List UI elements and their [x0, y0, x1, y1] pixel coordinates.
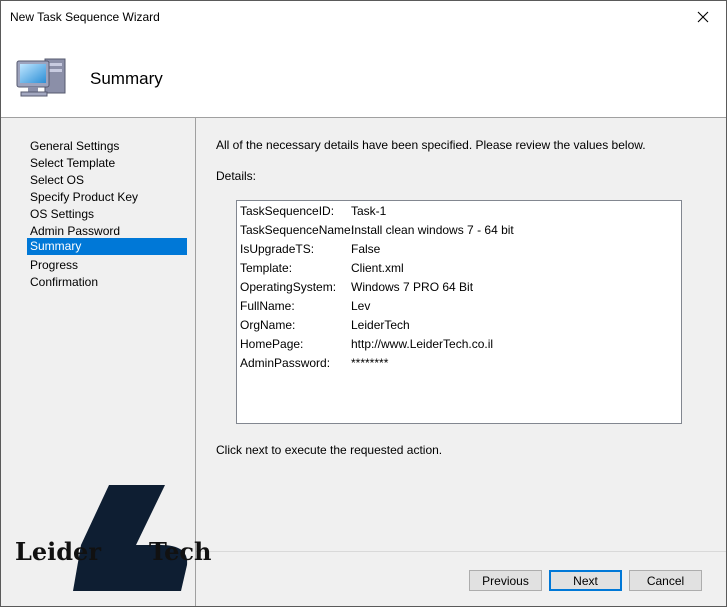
detail-row: IsUpgradeTS: False: [240, 240, 670, 259]
sidebar-item-select-template[interactable]: Select Template: [27, 155, 187, 172]
detail-key: IsUpgradeTS:: [240, 242, 315, 256]
detail-key: AdminPassword:: [240, 356, 331, 370]
detail-value: Lev: [351, 299, 371, 313]
footer-divider: [196, 551, 726, 552]
detail-key: OrgName:: [240, 318, 296, 332]
sidebar-item-specify-product-key[interactable]: Specify Product Key: [27, 189, 187, 206]
detail-key: Template:: [240, 261, 293, 275]
logo-word-right: Tech: [149, 537, 212, 566]
summary-content: All of the necessary details have been s…: [196, 118, 726, 606]
title-bar: New Task Sequence Wizard: [1, 1, 726, 33]
detail-row: AdminPassword: ********: [240, 354, 670, 373]
detail-row: OrgName: LeiderTech: [240, 316, 670, 335]
wizard-header: Summary: [1, 33, 726, 117]
detail-value: False: [351, 242, 381, 256]
detail-row: FullName: Lev: [240, 297, 670, 316]
logo-word-left: Leider: [15, 537, 101, 566]
detail-key: TaskSequenceName:: [240, 223, 355, 237]
next-button[interactable]: Next: [549, 570, 622, 591]
detail-value: Task-1: [351, 204, 387, 218]
wizard-window: New Task Sequence Wizard Summary General…: [0, 0, 727, 607]
sidebar-item-progress[interactable]: Progress: [27, 257, 187, 274]
close-button[interactable]: [680, 1, 726, 33]
detail-value: Install clean windows 7 - 64 bit: [351, 223, 514, 237]
details-label: Details:: [216, 169, 257, 183]
leidertech-watermark-logo: Leider Tech: [11, 479, 221, 595]
sidebar-item-confirmation[interactable]: Confirmation: [27, 274, 187, 291]
detail-row: TaskSequenceName: Install clean windows …: [240, 221, 670, 240]
footer-instruction: Click next to execute the requested acti…: [216, 443, 443, 457]
sidebar-item-select-os[interactable]: Select OS: [27, 172, 187, 189]
window-title: New Task Sequence Wizard: [10, 10, 160, 24]
close-icon: [697, 11, 709, 23]
cancel-button[interactable]: Cancel: [629, 570, 702, 591]
previous-button[interactable]: Previous: [469, 570, 542, 591]
detail-key: FullName:: [240, 299, 295, 313]
detail-value: Windows 7 PRO 64 Bit: [351, 280, 474, 294]
detail-value: ********: [351, 356, 389, 370]
sidebar-item-os-settings[interactable]: OS Settings: [27, 206, 187, 223]
sidebar-item-general-settings[interactable]: General Settings: [27, 138, 187, 155]
intro-text: All of the necessary details have been s…: [216, 138, 646, 152]
sidebar-item-summary[interactable]: Summary: [27, 238, 187, 255]
detail-row: TaskSequenceID: Task-1: [240, 202, 670, 221]
detail-key: OperatingSystem:: [240, 280, 337, 294]
computer-icon: [16, 58, 66, 97]
detail-value: http://www.LeiderTech.co.il: [351, 337, 494, 351]
detail-key: TaskSequenceID:: [240, 204, 335, 218]
detail-row: HomePage: http://www.LeiderTech.co.il: [240, 335, 670, 354]
details-textbox[interactable]: TaskSequenceID: Task-1 TaskSequenceName:…: [236, 200, 682, 424]
detail-value: Client.xml: [351, 261, 404, 275]
detail-key: HomePage:: [240, 337, 304, 351]
detail-row: Template: Client.xml: [240, 259, 670, 278]
detail-value: LeiderTech: [351, 318, 410, 332]
page-title: Summary: [90, 69, 163, 88]
detail-row: OperatingSystem: Windows 7 PRO 64 Bit: [240, 278, 670, 297]
